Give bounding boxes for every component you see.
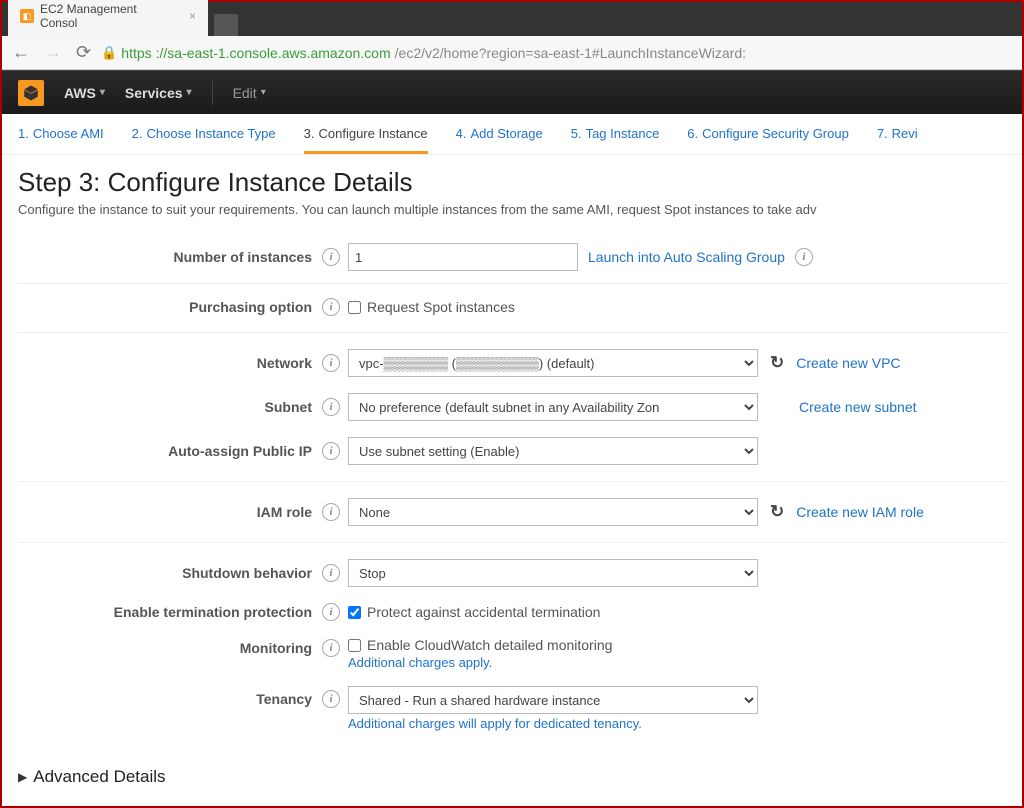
info-icon[interactable]: i (322, 398, 340, 416)
forward-button[interactable]: → (44, 42, 62, 63)
refresh-icon[interactable]: ↻ (770, 353, 784, 373)
info-icon[interactable]: i (322, 442, 340, 460)
reload-button[interactable]: ⟳ (76, 42, 91, 63)
url-host: ://sa-east-1.console.aws.amazon.com (156, 45, 391, 61)
info-icon[interactable]: i (322, 298, 340, 316)
advanced-details-toggle[interactable]: ▶ Advanced Details (18, 767, 1006, 787)
row-tenancy: Tenancy i Shared - Run a shared hardware… (18, 678, 1006, 739)
iam-select[interactable]: None (348, 498, 758, 526)
tenancy-charges-link[interactable]: Additional charges will apply for dedica… (348, 716, 642, 731)
new-tab-button[interactable] (214, 14, 238, 36)
info-icon[interactable]: i (322, 354, 340, 372)
shutdown-select[interactable]: Stop (348, 559, 758, 587)
page-content: Step 3: Configure Instance Details Confi… (2, 155, 1022, 799)
row-iam-role: IAM role i None ↻ Create new IAM role (18, 490, 1006, 543)
tenancy-label: Tenancy (256, 691, 312, 707)
subnet-select[interactable]: No preference (default subnet in any Ava… (348, 393, 758, 421)
url-path: /ec2/v2/home?region=sa-east-1#LaunchInst… (395, 45, 746, 61)
info-icon[interactable]: i (322, 564, 340, 582)
edit-label: Edit (233, 85, 257, 101)
wizard-step-5[interactable]: 5.Tag Instance (571, 126, 660, 154)
refresh-icon[interactable]: ↻ (770, 502, 784, 522)
services-menu[interactable]: Services ▾ (125, 85, 192, 101)
aws-logo-icon[interactable] (18, 80, 44, 106)
browser-chrome: ◧ EC2 Management Consol × ← → ⟳ 🔒 https … (2, 2, 1022, 70)
monitoring-charges-link[interactable]: Additional charges apply. (348, 655, 492, 670)
browser-tab[interactable]: ◧ EC2 Management Consol × (8, 0, 208, 36)
publicip-label: Auto-assign Public IP (168, 443, 312, 459)
wizard-step-3[interactable]: 3.Configure Instance (304, 126, 428, 154)
row-monitoring: Monitoring i Enable CloudWatch detailed … (18, 629, 1006, 678)
url-field[interactable]: 🔒 https ://sa-east-1.console.aws.amazon.… (101, 45, 1012, 61)
tab-bar: ◧ EC2 Management Consol × (2, 2, 1022, 36)
address-bar: ← → ⟳ 🔒 https ://sa-east-1.console.aws.a… (2, 36, 1022, 69)
row-subnet: Subnet i No preference (default subnet i… (18, 385, 1006, 429)
aws-favicon: ◧ (20, 9, 34, 23)
chevron-down-icon: ▾ (100, 87, 105, 98)
termination-protection-checkbox[interactable] (348, 606, 361, 619)
caret-right-icon: ▶ (18, 770, 27, 784)
aws-menu[interactable]: AWS ▾ (64, 85, 105, 101)
info-icon[interactable]: i (322, 690, 340, 708)
page-subtitle: Configure the instance to suit your requ… (18, 202, 1006, 217)
termprot-checkbox-label: Protect against accidental termination (367, 604, 600, 620)
monitoring-checkbox[interactable] (348, 639, 361, 652)
publicip-select[interactable]: Use subnet setting (Enable) (348, 437, 758, 465)
monitoring-label: Monitoring (240, 640, 312, 656)
aws-top-nav: AWS ▾ Services ▾ Edit ▾ (2, 70, 1022, 114)
advanced-details-label: Advanced Details (33, 767, 165, 787)
info-icon[interactable]: i (322, 503, 340, 521)
chevron-down-icon: ▾ (261, 87, 266, 98)
wizard-step-4[interactable]: 4.Add Storage (456, 126, 543, 154)
chevron-down-icon: ▾ (187, 87, 192, 98)
row-termination-protection: Enable termination protection i Protect … (18, 595, 1006, 629)
shutdown-label: Shutdown behavior (182, 565, 312, 581)
launch-asg-link[interactable]: Launch into Auto Scaling Group (588, 249, 785, 265)
create-vpc-link[interactable]: Create new VPC (796, 355, 900, 371)
network-label: Network (257, 355, 312, 371)
tab-title: EC2 Management Consol (40, 2, 177, 30)
info-icon[interactable]: i (322, 248, 340, 266)
aws-label: AWS (64, 85, 96, 101)
services-label: Services (125, 85, 183, 101)
termprot-label: Enable termination protection (114, 604, 312, 620)
wizard-step-1[interactable]: 1.Choose AMI (18, 126, 104, 154)
num-instances-input[interactable] (348, 243, 578, 271)
request-spot-label: Request Spot instances (367, 299, 515, 315)
row-purchasing-option: Purchasing option i Request Spot instanc… (18, 283, 1006, 333)
page-title: Step 3: Configure Instance Details (18, 167, 1006, 198)
row-shutdown: Shutdown behavior i Stop (18, 551, 1006, 595)
monitoring-checkbox-label: Enable CloudWatch detailed monitoring (367, 637, 612, 653)
wizard-step-2[interactable]: 2.Choose Instance Type (132, 126, 276, 154)
iam-label: IAM role (257, 504, 312, 520)
create-subnet-link[interactable]: Create new subnet (799, 399, 917, 415)
wizard-step-7[interactable]: 7.Revi (877, 126, 918, 154)
request-spot-checkbox[interactable] (348, 301, 361, 314)
url-scheme: https (121, 45, 151, 61)
wizard-step-nav: 1.Choose AMI 2.Choose Instance Type 3.Co… (2, 114, 1022, 155)
tab-close-icon[interactable]: × (189, 9, 196, 23)
info-icon[interactable]: i (795, 248, 813, 266)
wizard-step-6[interactable]: 6.Configure Security Group (687, 126, 849, 154)
row-number-of-instances: Number of instances i Launch into Auto S… (18, 235, 1006, 279)
row-network: Network i vpc-▒▒▒▒▒▒▒ (▒▒▒▒▒▒▒▒▒) (defau… (18, 341, 1006, 385)
info-icon[interactable]: i (322, 603, 340, 621)
row-public-ip: Auto-assign Public IP i Use subnet setti… (18, 429, 1006, 482)
subnet-label: Subnet (265, 399, 312, 415)
create-iam-link[interactable]: Create new IAM role (796, 504, 924, 520)
num-instances-label: Number of instances (174, 249, 312, 265)
tenancy-select[interactable]: Shared - Run a shared hardware instance (348, 686, 758, 714)
purchasing-label: Purchasing option (189, 299, 312, 315)
cube-icon (22, 84, 40, 102)
info-icon[interactable]: i (322, 639, 340, 657)
back-button[interactable]: ← (12, 42, 30, 63)
edit-menu[interactable]: Edit ▾ (233, 85, 266, 101)
lock-icon: 🔒 (101, 45, 117, 61)
nav-divider (212, 81, 213, 105)
network-select[interactable]: vpc-▒▒▒▒▒▒▒ (▒▒▒▒▒▒▒▒▒) (default) (348, 349, 758, 377)
